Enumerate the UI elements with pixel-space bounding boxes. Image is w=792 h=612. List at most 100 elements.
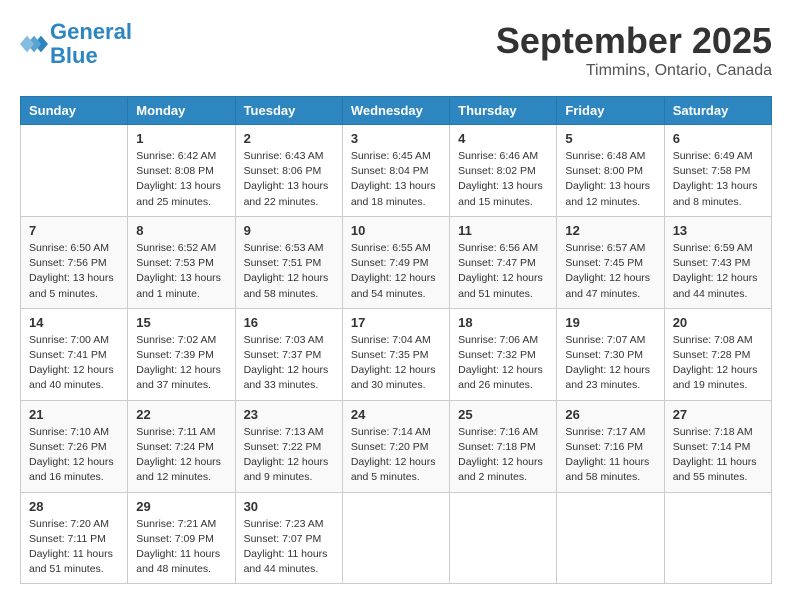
day-info: Sunrise: 6:46 AMSunset: 8:02 PMDaylight:… [458, 149, 548, 210]
day-info: Sunrise: 6:55 AMSunset: 7:49 PMDaylight:… [351, 241, 441, 302]
calendar-cell [21, 125, 128, 217]
day-info: Sunrise: 7:17 AMSunset: 7:16 PMDaylight:… [565, 425, 655, 486]
calendar-week-row: 21 Sunrise: 7:10 AMSunset: 7:26 PMDayligh… [21, 400, 772, 492]
calendar-cell: 13 Sunrise: 6:59 AMSunset: 7:43 PMDayligh… [664, 216, 771, 308]
day-info: Sunrise: 6:57 AMSunset: 7:45 PMDaylight:… [565, 241, 655, 302]
day-number: 24 [351, 407, 441, 422]
calendar-week-row: 28 Sunrise: 7:20 AMSunset: 7:11 PMDayligh… [21, 492, 772, 584]
day-number: 23 [244, 407, 334, 422]
day-number: 9 [244, 223, 334, 238]
location-title: Timmins, Ontario, Canada [496, 62, 772, 80]
calendar-cell: 9Sunrise: 6:53 AMSunset: 7:51 PMDaylight… [235, 216, 342, 308]
day-number: 30 [244, 499, 334, 514]
calendar-cell: 6Sunrise: 6:49 AMSunset: 7:58 PMDaylight… [664, 125, 771, 217]
calendar-cell: 3 Sunrise: 6:45 AMSunset: 8:04 PMDaylight… [342, 125, 449, 217]
day-info: Sunrise: 7:04 AMSunset: 7:35 PMDaylight:… [351, 333, 441, 394]
day-number: 3 [351, 131, 441, 146]
day-info: Sunrise: 6:52 AMSunset: 7:53 PMDaylight:… [136, 241, 226, 302]
day-info: Sunrise: 7:18 AMSunset: 7:14 PMDaylight:… [673, 425, 763, 486]
day-number: 10 [351, 223, 441, 238]
calendar-cell [342, 492, 449, 584]
weekday-header: Sunday [21, 97, 128, 125]
calendar-cell: 7 Sunrise: 6:50 AMSunset: 7:56 PMDaylight… [21, 216, 128, 308]
calendar-cell [450, 492, 557, 584]
day-info: Sunrise: 6:42 AMSunset: 8:08 PMDaylight:… [136, 149, 226, 210]
day-number: 18 [458, 315, 548, 330]
day-info: Sunrise: 6:49 AMSunset: 7:58 PMDaylight:… [673, 149, 763, 210]
day-info: Sunrise: 7:13 AMSunset: 7:22 PMDaylight:… [244, 425, 334, 486]
calendar-cell: 2 Sunrise: 6:43 AMSunset: 8:06 PMDaylight… [235, 125, 342, 217]
day-number: 5 [565, 131, 655, 146]
day-number: 4 [458, 131, 548, 146]
day-number: 15 [136, 315, 226, 330]
calendar-cell: 23 Sunrise: 7:13 AMSunset: 7:22 PMDayligh… [235, 400, 342, 492]
day-number: 7 [29, 223, 119, 238]
day-number: 27 [673, 407, 763, 422]
calendar-cell: 12 Sunrise: 6:57 AMSunset: 7:45 PMDayligh… [557, 216, 664, 308]
title-block: September 2025 Timmins, Ontario, Canada [496, 20, 772, 80]
day-info: Sunrise: 7:23 AMSunset: 7:07 PMDaylight:… [244, 517, 334, 578]
weekday-header: Wednesday [342, 97, 449, 125]
day-number: 11 [458, 223, 548, 238]
calendar-cell: 27 Sunrise: 7:18 AMSunset: 7:14 PMDayligh… [664, 400, 771, 492]
day-number: 12 [565, 223, 655, 238]
day-info: Sunrise: 6:45 AMSunset: 8:04 PMDaylight:… [351, 149, 441, 210]
logo-line1: General [50, 19, 132, 44]
calendar-cell: 15 Sunrise: 7:02 AMSunset: 7:39 PMDayligh… [128, 308, 235, 400]
day-info: Sunrise: 7:07 AMSunset: 7:30 PMDaylight:… [565, 333, 655, 394]
day-number: 17 [351, 315, 441, 330]
calendar-cell: 18 Sunrise: 7:06 AMSunset: 7:32 PMDayligh… [450, 308, 557, 400]
day-info: Sunrise: 7:20 AMSunset: 7:11 PMDaylight:… [29, 517, 119, 578]
weekday-header: Tuesday [235, 97, 342, 125]
logo-line2: Blue [50, 43, 98, 68]
day-number: 19 [565, 315, 655, 330]
calendar-cell: 16Sunrise: 7:03 AMSunset: 7:37 PMDayligh… [235, 308, 342, 400]
day-number: 13 [673, 223, 763, 238]
day-info: Sunrise: 6:48 AMSunset: 8:00 PMDaylight:… [565, 149, 655, 210]
weekday-header-row: SundayMondayTuesdayWednesdayThursdayFrid… [21, 97, 772, 125]
day-number: 20 [673, 315, 763, 330]
logo-icon [20, 30, 48, 58]
calendar-cell [664, 492, 771, 584]
day-info: Sunrise: 6:56 AMSunset: 7:47 PMDaylight:… [458, 241, 548, 302]
day-number: 2 [244, 131, 334, 146]
day-number: 28 [29, 499, 119, 514]
day-number: 21 [29, 407, 119, 422]
logo-text: General Blue [50, 20, 132, 68]
day-info: Sunrise: 7:06 AMSunset: 7:32 PMDaylight:… [458, 333, 548, 394]
calendar-cell: 4 Sunrise: 6:46 AMSunset: 8:02 PMDaylight… [450, 125, 557, 217]
day-info: Sunrise: 7:11 AMSunset: 7:24 PMDaylight:… [136, 425, 226, 486]
calendar-cell: 26 Sunrise: 7:17 AMSunset: 7:16 PMDayligh… [557, 400, 664, 492]
day-number: 8 [136, 223, 226, 238]
day-info: Sunrise: 7:08 AMSunset: 7:28 PMDaylight:… [673, 333, 763, 394]
month-title: September 2025 [496, 20, 772, 62]
day-number: 22 [136, 407, 226, 422]
calendar-week-row: 14Sunrise: 7:00 AMSunset: 7:41 PMDayligh… [21, 308, 772, 400]
calendar-cell: 19 Sunrise: 7:07 AMSunset: 7:30 PMDayligh… [557, 308, 664, 400]
calendar-cell: 10 Sunrise: 6:55 AMSunset: 7:49 PMDayligh… [342, 216, 449, 308]
calendar-week-row: 7 Sunrise: 6:50 AMSunset: 7:56 PMDaylight… [21, 216, 772, 308]
calendar-cell: 5 Sunrise: 6:48 AMSunset: 8:00 PMDaylight… [557, 125, 664, 217]
weekday-header: Saturday [664, 97, 771, 125]
calendar-cell: 17 Sunrise: 7:04 AMSunset: 7:35 PMDayligh… [342, 308, 449, 400]
calendar-cell: 25 Sunrise: 7:16 AMSunset: 7:18 PMDayligh… [450, 400, 557, 492]
calendar-cell: 8 Sunrise: 6:52 AMSunset: 7:53 PMDaylight… [128, 216, 235, 308]
day-info: Sunrise: 7:02 AMSunset: 7:39 PMDaylight:… [136, 333, 226, 394]
calendar-cell: 20 Sunrise: 7:08 AMSunset: 7:28 PMDayligh… [664, 308, 771, 400]
day-info: Sunrise: 6:59 AMSunset: 7:43 PMDaylight:… [673, 241, 763, 302]
logo: General Blue [20, 20, 132, 68]
day-info: Sunrise: 7:16 AMSunset: 7:18 PMDaylight:… [458, 425, 548, 486]
day-info: Sunrise: 7:10 AMSunset: 7:26 PMDaylight:… [29, 425, 119, 486]
day-info: Sunrise: 7:03 AMSunset: 7:37 PMDaylight:… [244, 333, 334, 394]
day-info: Sunrise: 6:43 AMSunset: 8:06 PMDaylight:… [244, 149, 334, 210]
day-number: 25 [458, 407, 548, 422]
calendar-cell: 21 Sunrise: 7:10 AMSunset: 7:26 PMDayligh… [21, 400, 128, 492]
weekday-header: Monday [128, 97, 235, 125]
day-number: 26 [565, 407, 655, 422]
weekday-header: Thursday [450, 97, 557, 125]
calendar-cell [557, 492, 664, 584]
page-header: General Blue September 2025 Timmins, Ont… [20, 20, 772, 80]
day-number: 29 [136, 499, 226, 514]
day-number: 14 [29, 315, 119, 330]
day-info: Sunrise: 6:50 AMSunset: 7:56 PMDaylight:… [29, 241, 119, 302]
